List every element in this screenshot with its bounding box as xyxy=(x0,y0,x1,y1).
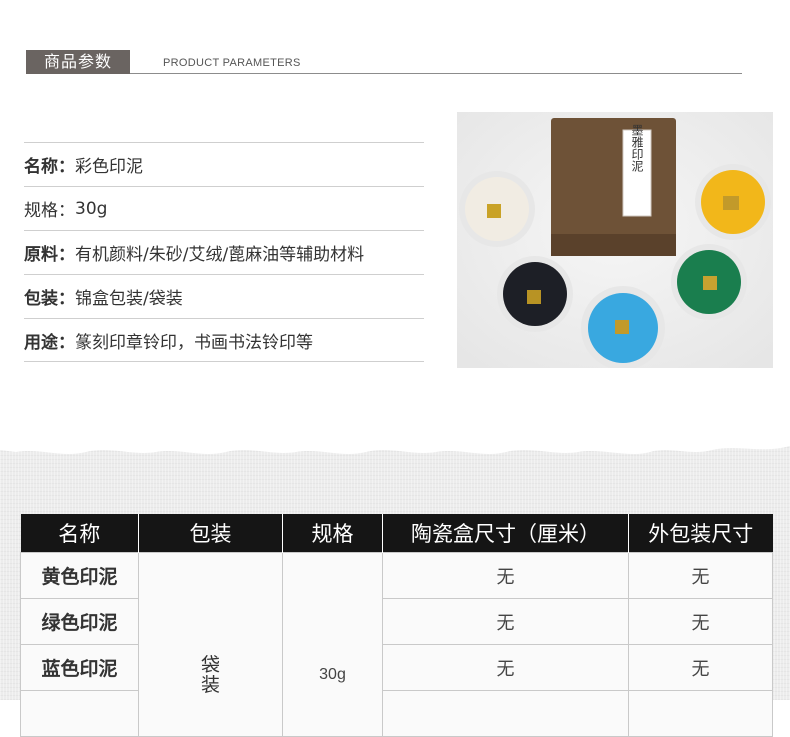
param-row-name: 名称： 彩色印泥 xyxy=(24,142,424,186)
col-header-name: 名称 xyxy=(20,514,139,553)
col-header-outer-size: 外包装尺寸 xyxy=(628,514,773,553)
table-header-row: 名称 包装 规格 陶瓷盒尺寸（厘米） 外包装尺寸 xyxy=(20,514,773,553)
product-illustration: 墨雅印泥 xyxy=(457,112,773,368)
cell-name: 绿色印泥 xyxy=(20,598,139,645)
cell-spec: 30g xyxy=(282,552,383,737)
cell-ceramic-size: 无 xyxy=(382,644,629,691)
param-key: 用途： xyxy=(24,332,75,353)
blue-ink-pad xyxy=(581,286,665,368)
product-photo: 墨雅印泥 xyxy=(457,112,773,368)
black-ink-pad xyxy=(497,256,573,332)
param-value: 篆刻印章铃印，书画书法铃印等 xyxy=(75,332,313,353)
param-row-usage: 用途： 篆刻印章铃印，书画书法铃印等 xyxy=(24,318,424,362)
cell-ceramic-size: 无 xyxy=(382,552,629,599)
cell-ceramic-size xyxy=(382,690,629,737)
param-key: 规格： xyxy=(24,201,75,221)
col-header-ceramic-size: 陶瓷盒尺寸（厘米） xyxy=(382,514,629,553)
param-key: 包装： xyxy=(24,289,75,309)
green-ink-pad xyxy=(671,244,747,320)
param-value: 30g xyxy=(75,198,108,219)
param-row-material: 原料： 有机颜料/朱砂/艾绒/蓖麻油等辅助材料 xyxy=(24,230,424,274)
param-value: 彩色印泥 xyxy=(75,157,143,177)
white-ink-pad xyxy=(459,171,535,247)
box-label: 墨雅印泥 xyxy=(630,124,644,172)
section-divider xyxy=(130,73,742,74)
section-title: 商品参数 xyxy=(26,50,130,74)
package-value: 袋装 xyxy=(200,653,220,696)
cell-ceramic-size: 无 xyxy=(382,598,629,645)
cell-outer-size: 无 xyxy=(628,598,773,645)
table-row xyxy=(20,690,773,737)
param-key: 原料： xyxy=(24,245,75,265)
cell-name: 蓝色印泥 xyxy=(20,644,139,691)
table-row: 蓝色印泥 无 无 xyxy=(20,644,773,691)
cell-name xyxy=(20,690,139,737)
param-value: 有机颜料/朱砂/艾绒/蓖麻油等辅助材料 xyxy=(75,245,365,265)
section-subtitle: PRODUCT PARAMETERS xyxy=(163,57,301,69)
cell-outer-size: 无 xyxy=(628,552,773,599)
cell-name: 黄色印泥 xyxy=(20,552,139,599)
param-value: 锦盒包装/袋装 xyxy=(75,289,183,309)
table-row: 黄色印泥 袋装 30g 无 无 xyxy=(20,552,773,737)
col-header-package: 包装 xyxy=(138,514,283,553)
param-row-package: 包装： 锦盒包装/袋装 xyxy=(24,274,424,318)
cell-outer-size xyxy=(628,690,773,737)
param-list: 名称： 彩色印泥 规格： 30g 原料： 有机颜料/朱砂/艾绒/蓖麻油等辅助材料… xyxy=(24,142,424,362)
brocade-box: 墨雅印泥 xyxy=(551,118,676,256)
cell-package: 袋装 xyxy=(138,552,283,737)
table-row: 绿色印泥 无 无 xyxy=(20,598,773,645)
col-header-spec: 规格 xyxy=(282,514,383,553)
spec-table: 名称 包装 规格 陶瓷盒尺寸（厘米） 外包装尺寸 黄色印泥 袋装 30g 无 无… xyxy=(20,514,773,737)
cell-outer-size: 无 xyxy=(628,644,773,691)
yellow-ink-pad xyxy=(695,164,771,240)
param-key: 名称： xyxy=(24,157,75,177)
torn-paper-edge xyxy=(0,440,790,454)
param-row-spec: 规格： 30g xyxy=(24,186,424,230)
section-header: 商品参数 PRODUCT PARAMETERS xyxy=(26,50,742,76)
